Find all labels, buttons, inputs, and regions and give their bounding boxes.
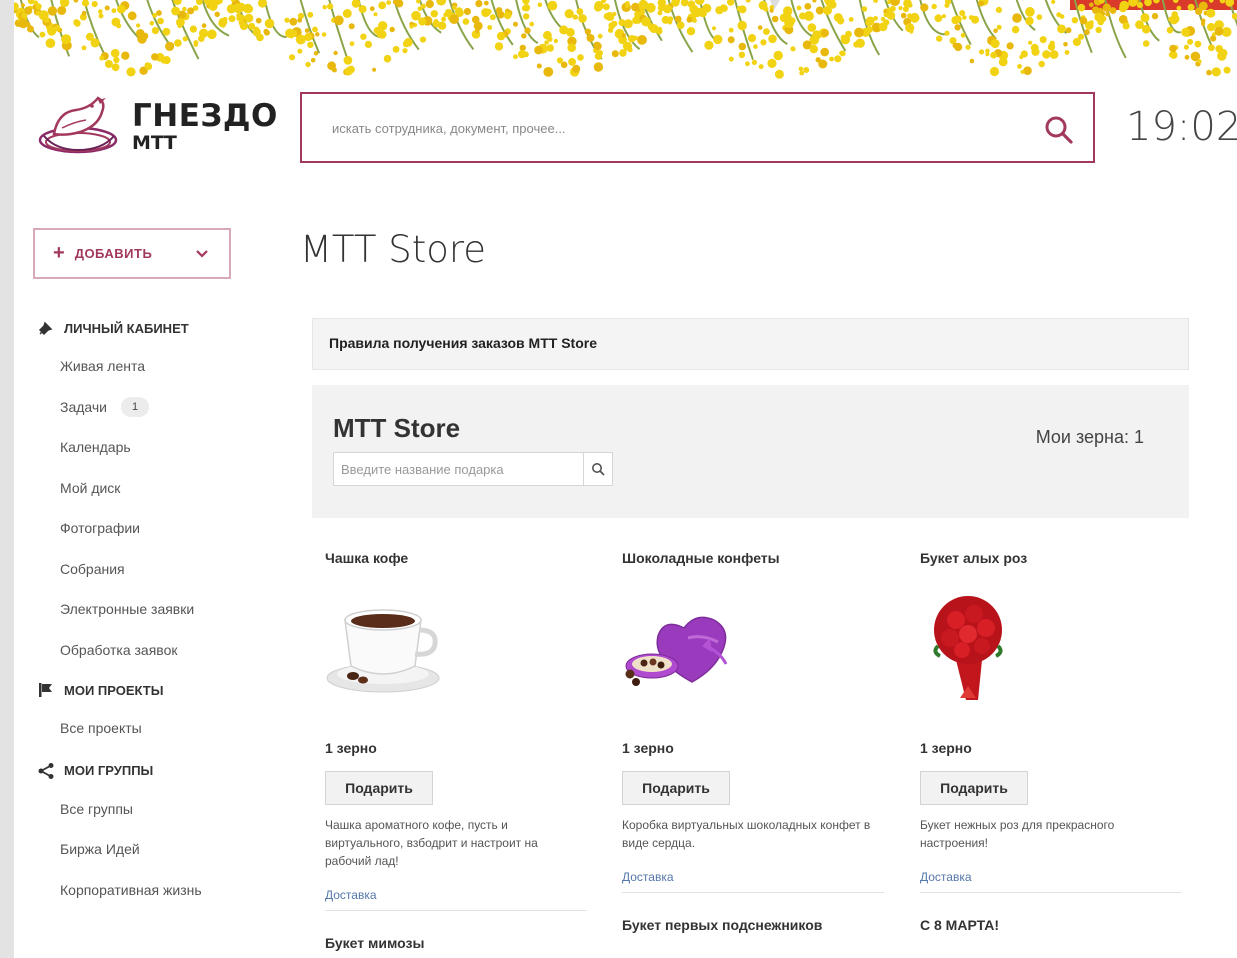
sidebar-item-request-processing[interactable]: Обработка заявок [36,630,276,671]
delivery-link[interactable]: Доставка [622,870,674,884]
add-button-label: ДОБАВИТЬ [74,246,153,261]
sidebar-item-label: Электронные заявки [60,601,195,618]
product-card: Шоколадные конфеты 1 зерно Подарить Коро… [622,550,884,895]
sidebar-section-groups[interactable]: МОИ ГРУППЫ [36,753,276,789]
sidebar-item-meetings[interactable]: Собрания [36,549,276,590]
sidebar-item-corporate-life[interactable]: Корпоративная жизнь [36,870,276,911]
product-name: Букет мимозы [325,935,425,951]
coffee-cup-image [326,609,440,693]
gift-search-button[interactable] [583,453,612,485]
product-divider [622,892,884,893]
sidebar-item-label: Живая лента [60,358,146,375]
sidebar-item-tasks[interactable]: Задачи 1 [36,387,276,428]
logo-title: ГНЕЗДО [132,98,278,134]
sidebar-item-label: Корпоративная жизнь [60,881,202,898]
global-search [300,92,1095,163]
gift-button[interactable]: Подарить [920,771,1028,805]
product-card: Чашка кофе 1 зерно Подарить Чашка аромат… [325,550,587,920]
flag-icon [36,681,56,699]
sidebar-item-label: Задачи [60,398,108,415]
sidebar-item-calendar[interactable]: Календарь [36,427,276,468]
pin-icon [36,319,56,337]
sidebar-item-label: Фотографии [60,520,141,537]
product-price: 1 зерно [325,740,377,756]
sidebar-item-label: Все группы [60,800,133,817]
sidebar-item-label: Биржа Идей [60,841,140,858]
gift-button[interactable]: Подарить [622,771,730,805]
product-name: Букет алых роз [920,550,1028,566]
add-button[interactable]: + ДОБАВИТЬ [33,228,231,279]
bird-nest-icon [38,96,118,154]
product-description: Коробка виртуальных шоколадных конфет в … [622,818,871,850]
product-card: Букет алых роз 1 зерно Подарить Букет не… [920,550,1182,895]
sidebar-item-ideas-exchange[interactable]: Биржа Идей [36,829,276,870]
sidebar: ЛИЧНЫЙ КАБИНЕТ Живая лента Задачи 1 Кален… [36,310,276,910]
product-description: Букет нежных роз для прекрасного настрое… [920,818,1115,850]
logo-subtitle: МТТ [132,132,177,154]
clock: 19:02 [1126,104,1237,150]
gift-button[interactable]: Подарить [325,771,433,805]
sidebar-item-label: Все проекты [60,720,142,737]
gift-search [333,452,613,486]
search-button[interactable] [1043,114,1075,146]
red-roses-image [933,596,1003,700]
sidebar-item-all-groups[interactable]: Все группы [36,789,276,830]
product-name: Шоколадные конфеты [622,550,780,566]
share-icon [36,762,56,780]
left-edge-strip [0,0,14,958]
my-grains-balance: Мои зерна: 1 [1035,427,1144,447]
mimosa-banner [14,0,1237,92]
sidebar-item-label: Календарь [60,439,131,456]
sidebar-section-projects[interactable]: МОИ ПРОЕКТЫ [36,672,276,708]
global-search-input[interactable] [332,116,1032,140]
product-price: 1 зерно [920,740,972,756]
search-icon [592,463,605,476]
sidebar-item-label: Обработка заявок [60,641,178,658]
sidebar-item-all-projects[interactable]: Все проекты [36,708,276,749]
product-name: Чашка кофе [325,550,409,566]
product-name: С 8 МАРТА! [920,917,1000,933]
sidebar-section-title: МОИ ГРУППЫ [64,763,154,778]
delivery-link[interactable]: Доставка [920,870,972,884]
sidebar-item-live-feed[interactable]: Живая лента [36,346,276,387]
logo[interactable]: ГНЕЗДО МТТ [36,92,277,160]
sidebar-section-title: МОИ ПРОЕКТЫ [64,682,164,698]
sidebar-item-e-requests[interactable]: Электронные заявки [36,589,276,630]
sidebar-item-my-disk[interactable]: Мой диск [36,468,276,509]
delivery-link[interactable]: Доставка [325,888,377,902]
page-title: MTT Store [300,228,487,271]
tasks-count-badge: 1 [121,396,150,417]
sidebar-item-photos[interactable]: Фотографии [36,508,276,549]
product-divider [325,910,587,911]
product-price: 1 зерно [622,740,674,756]
sidebar-item-label: Мой диск [60,479,121,496]
sidebar-section-personal[interactable]: ЛИЧНЫЙ КАБИНЕТ [36,310,276,346]
sidebar-item-label: Собрания [60,560,125,577]
chevron-down-icon [196,250,208,258]
store-title: MTT Store [333,413,461,443]
sidebar-section-title: ЛИЧНЫЙ КАБИНЕТ [64,320,189,336]
product-name: Букет первых подснежников [622,917,823,933]
plus-icon: + [53,242,65,264]
rules-link[interactable]: Правила получения заказов МТТ Store [312,318,1189,370]
product-divider [920,892,1182,893]
search-icon [1045,116,1073,144]
heart-chocolate-box-image [625,616,728,686]
gift-search-input[interactable] [341,460,576,478]
product-description: Чашка ароматного кофе, пусть и виртуальн… [325,818,538,868]
store-header-panel: MTT Store Мои зерна: 1 [312,385,1189,518]
